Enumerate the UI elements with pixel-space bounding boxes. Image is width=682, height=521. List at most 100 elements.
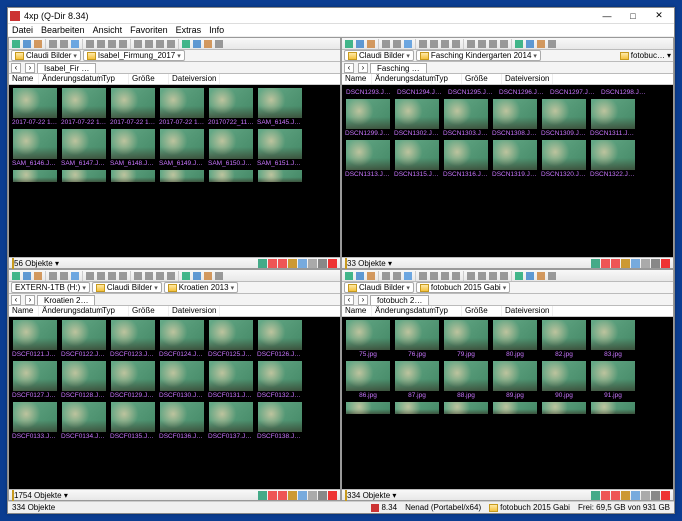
tab-tl[interactable]: Isabel_Fir …: [37, 63, 96, 73]
status-icon[interactable]: [631, 491, 640, 500]
thumbnail-partial[interactable]: [590, 402, 636, 414]
crumb-tl-1[interactable]: Isabel_Firmung_2017▾: [83, 50, 185, 61]
toolbar-icon[interactable]: [107, 271, 117, 281]
thumbnail[interactable]: 88.jpg: [443, 361, 489, 399]
thumbnail[interactable]: 91.jpg: [590, 361, 636, 399]
menu-datei[interactable]: Datei: [12, 25, 33, 35]
status-icon[interactable]: [591, 491, 600, 500]
status-icon[interactable]: [641, 259, 650, 268]
tab-prev-tl[interactable]: ‹: [11, 63, 21, 73]
toolbar-icon[interactable]: [166, 271, 176, 281]
thumbnail[interactable]: 2017-07-22 16.53.33.jpg: [159, 88, 205, 126]
thumbnail[interactable]: DSCF0125.JPG: [208, 320, 254, 358]
thumbnail-partial[interactable]: [541, 402, 587, 414]
thumbnail-partial[interactable]: [12, 170, 58, 182]
thumbnail[interactable]: DSCF0121.JPG: [12, 320, 58, 358]
toolbar-icon[interactable]: [488, 39, 498, 49]
thumbnail-partial[interactable]: [61, 170, 107, 182]
minimize-button[interactable]: —: [594, 9, 620, 23]
toolbar-icon[interactable]: [214, 271, 224, 281]
toolbar-icon[interactable]: [392, 271, 402, 281]
thumbnail[interactable]: 79.jpg: [443, 320, 489, 358]
thumbnail[interactable]: DSCN1294.JPG: [396, 88, 444, 96]
toolbar-icon[interactable]: [33, 39, 43, 49]
toolbar-icon[interactable]: [381, 271, 391, 281]
crumb-br-0[interactable]: Claudi Bilder▾: [344, 282, 414, 293]
crumb-br-1[interactable]: fotobuch 2015 Gabi▾: [416, 282, 510, 293]
thumbnail[interactable]: DSCF0130.JPG: [159, 361, 205, 399]
status-icon[interactable]: [651, 491, 660, 500]
thumbnail[interactable]: DSCF0133.JPG: [12, 402, 58, 440]
toolbar-icon[interactable]: [403, 39, 413, 49]
thumbnail[interactable]: DSCF0134.JPG: [61, 402, 107, 440]
thumbs-bl[interactable]: DSCF0121.JPGDSCF0122.JPGDSCF0123.JPGDSCF…: [9, 317, 340, 489]
toolbar-icon[interactable]: [536, 39, 546, 49]
status-icon[interactable]: [318, 259, 327, 268]
tab-prev-tr[interactable]: ‹: [344, 63, 354, 73]
thumbnail[interactable]: 80.jpg: [492, 320, 538, 358]
toolbar-icon[interactable]: [514, 39, 524, 49]
status-icon[interactable]: [258, 491, 267, 500]
thumbnail-partial[interactable]: [492, 402, 538, 414]
status-icon[interactable]: [268, 491, 277, 500]
drive-tr[interactable]: fotobuc…▾: [620, 51, 671, 60]
status-icon[interactable]: [601, 259, 610, 268]
toolbar-icon[interactable]: [440, 39, 450, 49]
toolbar-icon[interactable]: [214, 39, 224, 49]
crumb-tl-0[interactable]: Claudi Bilder▾: [11, 50, 81, 61]
thumbnail[interactable]: DSCF0136.JPG: [159, 402, 205, 440]
thumbnail-partial[interactable]: [257, 170, 303, 182]
thumbnail[interactable]: DSCF0131.JPG: [208, 361, 254, 399]
toolbar-icon[interactable]: [392, 39, 402, 49]
crumb-tr-0[interactable]: Claudi Bilder▾: [344, 50, 414, 61]
toolbar-icon[interactable]: [107, 39, 117, 49]
toolbar-icon[interactable]: [22, 271, 32, 281]
thumbnail[interactable]: DSCN1308.JPG: [492, 99, 538, 137]
col-name[interactable]: Name: [9, 74, 39, 84]
menu-info[interactable]: Info: [209, 25, 224, 35]
thumbnail[interactable]: DSCN1311.JPG: [590, 99, 636, 137]
thumbnail[interactable]: SAM_6150.JPG: [208, 129, 254, 167]
thumbnail[interactable]: DSCF0126.JPG: [257, 320, 303, 358]
thumbnail[interactable]: DSCN1295.JPG: [447, 88, 495, 96]
toolbar-icon[interactable]: [488, 271, 498, 281]
thumbnail[interactable]: DSCN1297.JPG: [549, 88, 597, 96]
tab-next-tl[interactable]: ›: [25, 63, 35, 73]
toolbar-icon[interactable]: [144, 39, 154, 49]
thumbnail[interactable]: 2017-07-22 16.52.33.jpg: [110, 88, 156, 126]
thumbnail[interactable]: DSCF0132.JPG: [257, 361, 303, 399]
status-icon[interactable]: [328, 491, 337, 500]
thumbnail[interactable]: 90.jpg: [541, 361, 587, 399]
toolbar-icon[interactable]: [499, 271, 509, 281]
status-icon[interactable]: [641, 491, 650, 500]
toolbar-icon[interactable]: [429, 39, 439, 49]
thumbnail[interactable]: 20170722_114600…: [208, 88, 254, 126]
toolbar-icon[interactable]: [181, 271, 191, 281]
maximize-button[interactable]: □: [620, 9, 646, 23]
toolbar-icon[interactable]: [429, 271, 439, 281]
thumbnail-partial[interactable]: [443, 402, 489, 414]
close-button[interactable]: ✕: [646, 9, 672, 23]
thumbnail-partial[interactable]: [110, 170, 156, 182]
toolbar-icon[interactable]: [192, 271, 202, 281]
status-icon[interactable]: [308, 259, 317, 268]
thumbnail[interactable]: DSCF0129.JPG: [110, 361, 156, 399]
thumbnail[interactable]: 2017-07-22 12.37.27.jpg: [12, 88, 58, 126]
thumbnail-partial[interactable]: [159, 170, 205, 182]
status-icon[interactable]: [328, 259, 337, 268]
thumbnail[interactable]: DSCN1299.JPG: [345, 99, 391, 137]
status-icon[interactable]: [651, 259, 660, 268]
status-icon[interactable]: [278, 491, 287, 500]
toolbar-icon[interactable]: [203, 39, 213, 49]
toolbar-icon[interactable]: [59, 271, 69, 281]
status-icon[interactable]: [298, 491, 307, 500]
toolbar-icon[interactable]: [144, 271, 154, 281]
toolbar-icon[interactable]: [418, 271, 428, 281]
toolbar-icon[interactable]: [451, 39, 461, 49]
thumbnail[interactable]: DSCF0138.JPG: [257, 402, 303, 440]
toolbar-icon[interactable]: [118, 271, 128, 281]
crumb-tr-1[interactable]: Fasching Kindergarten 2014▾: [416, 50, 541, 61]
status-icon[interactable]: [591, 259, 600, 268]
thumbnail[interactable]: SAM_6145.JPG: [257, 88, 303, 126]
toolbar-icon[interactable]: [11, 271, 21, 281]
